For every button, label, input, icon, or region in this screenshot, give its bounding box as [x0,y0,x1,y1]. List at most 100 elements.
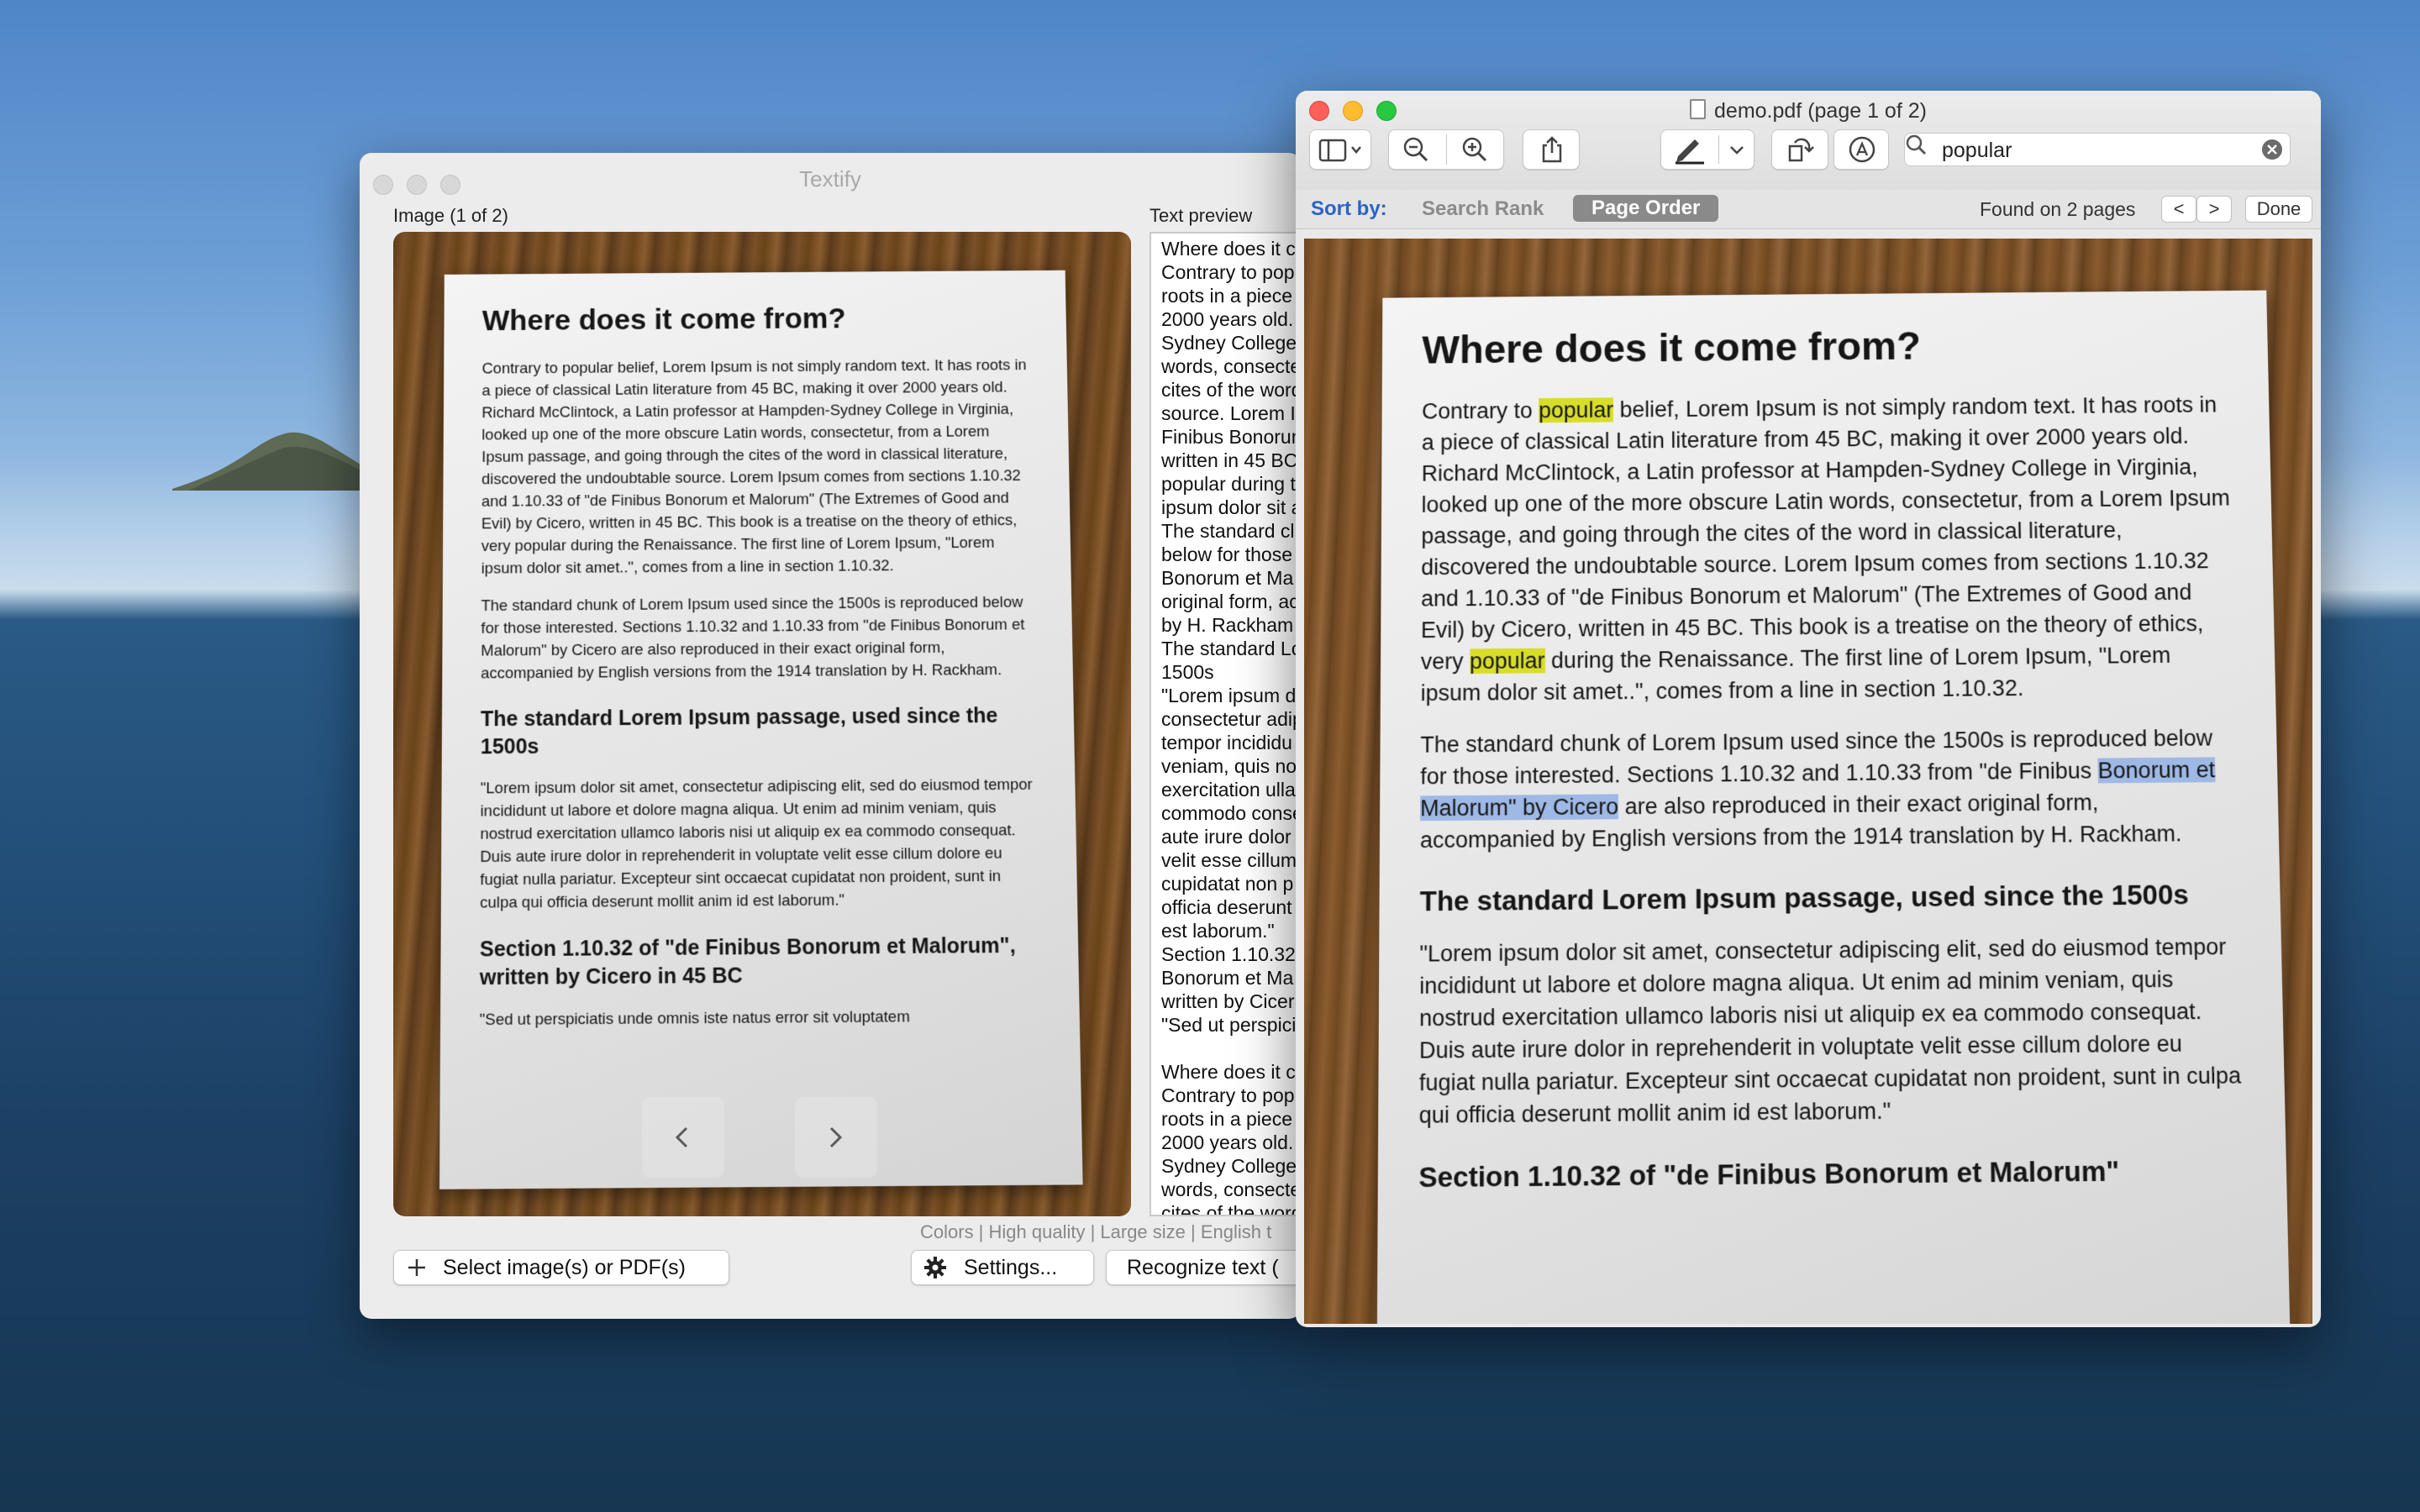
preview-line: 2000 years old. [1161,1131,1301,1154]
sort-search-rank-button[interactable]: Search Rank [1422,197,1544,221]
document-page: Where does it come from? Contrary to pop… [1376,291,2291,1324]
preview-line: exercitation ulla [1161,778,1301,801]
preview-line: by H. Rackham [1161,613,1301,637]
preview-line: Bonorum et Ma [1161,966,1301,990]
preview-line: written by Cicer [1161,990,1301,1013]
preview-line: Bonorum et Ma [1161,566,1301,590]
preview-line: est laborum." [1161,919,1301,942]
settings-button[interactable]: Settings... [911,1250,1094,1285]
next-image-button[interactable] [795,1097,877,1178]
preview-line: Sydney College [1161,1154,1301,1178]
preview-line [1161,1037,1301,1060]
page-paragraph: Contrary to popular belief, Lorem Ipsum … [481,354,1033,580]
plus-icon [406,1257,428,1278]
preview-line: 1500s [1161,660,1301,684]
page-subheading: The standard Lorem Ipsum passage, used s… [481,702,1036,762]
annotate-icon [1848,135,1876,164]
preview-line: Finibus Bonorum [1161,425,1301,449]
done-button[interactable]: Done [2245,196,2312,223]
preview-line: cupidatat non p [1161,872,1301,895]
clear-icon[interactable] [2261,139,2283,160]
preview-line: veniam, quis no [1161,754,1301,778]
zoom-out-icon[interactable] [1402,135,1430,164]
annotate-button[interactable] [1833,129,1889,170]
sidebar-toggle-button[interactable] [1309,129,1371,170]
search-results-bar: Sort by: Search Rank Page Order Found on… [1296,190,2321,229]
preview-line: 2000 years old. [1161,307,1301,331]
preview-line: "Sed ut perspici [1161,1013,1301,1037]
window-title: Textify [360,166,1301,192]
page-subheading: The standard Lorem Ipsum passage, used s… [1420,876,2240,920]
previous-image-button[interactable] [642,1097,724,1178]
select-images-button[interactable]: Select image(s) or PDF(s) [393,1250,729,1285]
preview-line: Section 1.10.32 [1161,942,1301,966]
recognize-text-label: Recognize text ( [1127,1256,1279,1280]
document-view[interactable]: Where does it come from? Contrary to pop… [1304,239,2312,1324]
image-label: Image (1 of 2) [393,205,508,227]
previous-result-button[interactable]: < [2161,196,2196,223]
preview-line: below for those [1161,543,1301,566]
settings-label: Settings... [964,1256,1057,1280]
preview-line: ipsum dolor sit a [1161,496,1301,519]
desktop-island [172,430,374,491]
preview-window: demo.pdf (page 1 of 2) popular Sort by: … [1296,91,2321,1327]
preview-line: The standard cl [1161,519,1301,543]
preview-line: Contrary to pop [1161,1084,1301,1107]
search-query: popular [1942,139,2012,163]
preview-line: Contrary to pop [1161,260,1301,284]
share-icon [1539,135,1565,164]
preview-line: tempor incididu [1161,731,1301,754]
text-run: Contrary to [1422,398,1539,423]
preview-line: The standard Lo [1161,637,1301,660]
recognize-text-button[interactable]: Recognize text ( [1106,1250,1301,1285]
page-subheading: Section 1.10.32 of "de Finibus Bonorum e… [480,932,1040,992]
scanned-page: Where does it come from? Contrary to pop… [439,270,1083,1189]
preview-line: popular during t [1161,472,1301,496]
preview-line: words, consecte [1161,1178,1301,1201]
page-paragraph: "Lorem ipsum dolor sit amet, consectetur… [1419,931,2245,1131]
sidebar-icon [1318,138,1364,163]
preview-line: Where does it c [1161,237,1301,260]
settings-summary: Colors | High quality | Large size | Eng… [920,1221,1271,1243]
sort-page-order-button[interactable]: Page Order [1573,195,1718,222]
search-highlight: popular [1539,397,1613,423]
gear-icon [923,1256,947,1279]
textify-window: Textify Image (1 of 2) Text preview Wher… [360,153,1301,1319]
markup-button[interactable] [1660,129,1754,170]
preview-line: commodo conse [1161,801,1301,825]
text-preview-label: Text preview [1150,205,1252,227]
chevron-down-icon [1728,144,1745,156]
preview-line: written in 45 BC [1161,449,1301,472]
page-paragraph: "Sed ut perspiciatis unde omnis iste nat… [480,1004,1041,1031]
search-icon [1905,134,1927,155]
window-title-text: demo.pdf (page 1 of 2) [1714,99,1927,123]
preview-line: cites of the word [1161,1201,1301,1216]
page-subheading: Section 1.10.32 of "de Finibus Bonorum e… [1418,1152,2246,1196]
next-result-button[interactable]: > [2196,196,2232,223]
preview-line: aute irure dolor [1161,825,1301,848]
search-field[interactable]: popular [1904,133,2291,166]
preview-line: roots in a piece [1161,1107,1301,1131]
preview-line: words, consecte [1161,354,1301,378]
preview-line: original form, ac [1161,590,1301,613]
preview-line: Sydney College [1161,331,1301,354]
zoom-in-icon[interactable] [1460,135,1489,164]
found-count: Found on 2 pages [1980,198,2135,221]
page-paragraph: The standard chunk of Lorem Ipsum used s… [481,591,1034,685]
share-button[interactable] [1523,129,1580,170]
preview-line: source. Lorem I [1161,402,1301,425]
toolbar: demo.pdf (page 1 of 2) popular [1296,91,2321,191]
rotate-icon [1786,135,1815,164]
preview-line: cites of the word [1161,378,1301,402]
select-images-label: Select image(s) or PDF(s) [443,1256,686,1280]
rotate-button[interactable] [1771,129,1828,170]
page-paragraph: "Lorem ipsum dolor sit amet, consectetur… [480,773,1039,914]
preview-line: Where does it c [1161,1060,1301,1084]
preview-line: velit esse cillum [1161,848,1301,872]
text-preview-area[interactable]: Where does it c Contrary to pop roots in a… [1150,232,1301,1216]
preview-line: officia deserunt [1161,895,1301,919]
sort-by-label: Sort by: [1311,197,1387,221]
page-heading: Where does it come from? [482,302,1028,338]
text-run: The standard chunk of Lorem Ipsum used s… [1420,726,2212,790]
markup-pen-icon [1673,134,1707,165]
